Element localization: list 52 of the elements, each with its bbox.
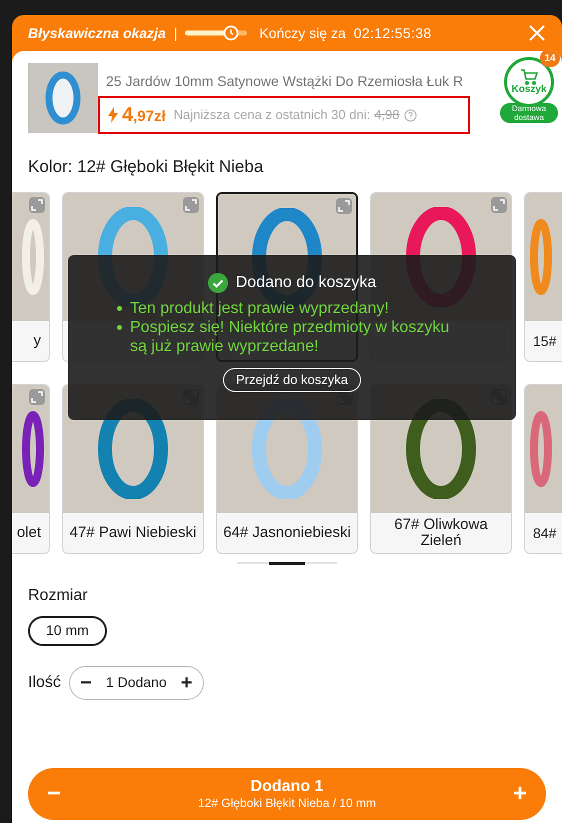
carousel-scroll-thumb: [269, 562, 305, 564]
cart-icon: [520, 69, 538, 85]
go-to-cart-button[interactable]: Przejdź do koszyka: [223, 368, 361, 392]
color-option-label: 67# Oliwkowa Zieleń: [393, 516, 489, 548]
flash-deal-title: Błyskawiczna okazja: [28, 24, 166, 43]
increase-button[interactable]: +: [178, 668, 195, 698]
color-option-label: 84#: [532, 524, 558, 540]
old-price: 4,98: [374, 106, 400, 124]
ends-in-label: Kończy się za: [259, 24, 346, 43]
decrease-button[interactable]: −: [78, 668, 94, 698]
expand-icon[interactable]: [29, 388, 45, 404]
color-option-card[interactable]: 15#: [524, 192, 562, 362]
lowest-price-label: Najniższa cena z ostatnich 30 dni:: [174, 106, 370, 124]
timer-bar-drawing: [185, 25, 248, 41]
color-option-label: 15#: [532, 332, 558, 348]
toast-title: Dodano do koszyka: [236, 272, 376, 292]
selected-variant: 12# Głęboki Błękit Nieba / 10 mm: [198, 796, 376, 811]
separator: |: [174, 24, 178, 43]
bullet-icon: [117, 306, 122, 310]
expand-icon[interactable]: [29, 196, 45, 212]
expand-icon[interactable]: [336, 198, 352, 214]
color-option-label: y: [32, 332, 42, 348]
ribbon-roll-icon: [45, 71, 81, 125]
cart-count-badge: 14: [540, 51, 560, 67]
color-label: Kolor: 12# Głęboki Błękit Nieba: [27, 156, 264, 178]
color-option-card[interactable]: olet: [12, 384, 50, 554]
expand-icon[interactable]: [491, 196, 507, 212]
close-icon[interactable]: [528, 24, 546, 42]
color-option-card[interactable]: 84#: [524, 384, 562, 554]
color-option-card[interactable]: y: [12, 192, 50, 362]
quantity-value: 1 Dodano: [106, 673, 167, 692]
help-icon[interactable]: [404, 108, 417, 122]
check-circle-icon: [208, 272, 228, 292]
color-option-label: olet: [16, 524, 42, 540]
product-title: 25 Jardów 10mm Satynowe Wstążki Do Rzemiosła Łuk R: [106, 72, 464, 91]
lightning-icon: [108, 107, 118, 123]
bullet-icon: [117, 324, 122, 330]
size-label: Rozmiar: [27, 586, 89, 606]
current-price: 4,97zł: [122, 103, 166, 128]
toast-message: Pospiesz się! Niektóre przedmioty w koszyku są już prawie wyprzedane!: [130, 318, 450, 356]
expand-icon[interactable]: [183, 196, 199, 212]
ribbon-roll-icon: [529, 408, 553, 488]
ribbon-roll-icon: [21, 408, 45, 488]
countdown-timer: 02:12:55:38: [354, 24, 432, 42]
ribbon-roll-icon: [21, 216, 45, 296]
size-option[interactable]: 10 mm: [28, 616, 107, 646]
color-option-label: 47# Pawi Niebieski: [68, 524, 198, 540]
toast-message: Ten produkt jest prawie wyprzedany!: [130, 298, 389, 318]
color-option-label: 64# Jasnoniebieski: [222, 524, 352, 540]
quantity-label: Ilość: [28, 672, 61, 692]
added-count: Dodano 1: [250, 777, 324, 796]
ribbon-roll-icon: [529, 216, 553, 296]
